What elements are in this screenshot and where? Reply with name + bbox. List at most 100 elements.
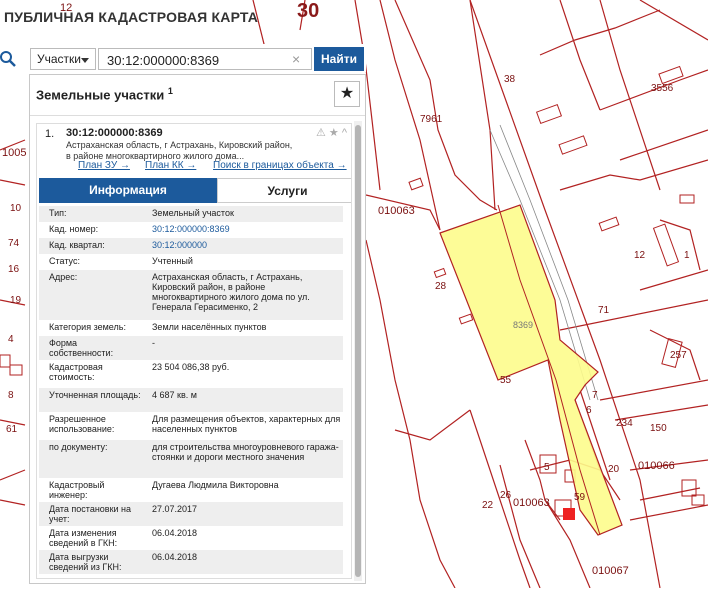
map-label: 010063 bbox=[513, 497, 550, 509]
star-icon: ★ bbox=[339, 85, 355, 102]
result-count: 1 bbox=[167, 86, 173, 96]
result-card[interactable]: 1. 30:12:000000:8369 Астраханская област… bbox=[36, 123, 352, 579]
map-label: 20 bbox=[608, 464, 620, 475]
map-label: 5 bbox=[544, 462, 550, 473]
search-bar: Участки × Найти bbox=[0, 44, 366, 72]
map-label: 38 bbox=[504, 74, 516, 85]
attribute-row: по документу: для строительства многоуров… bbox=[39, 440, 343, 478]
map-label: 234 bbox=[616, 418, 633, 429]
card-action-icons[interactable]: ⚠ ★ ^ bbox=[316, 126, 347, 139]
highlight-marker bbox=[563, 508, 575, 520]
attribute-label: Кадастровый инженер: bbox=[49, 480, 105, 500]
map-label: 55 bbox=[500, 375, 512, 386]
map-label: 8369 bbox=[513, 320, 534, 330]
map-label: 26 bbox=[500, 490, 512, 501]
attribute-row: Форма собственности: - bbox=[39, 336, 343, 360]
attribute-row: Дата изменения сведений в ГКН: 06.04.2018 bbox=[39, 526, 343, 550]
result-index: 1. bbox=[45, 128, 55, 140]
panel-title: Земельные участки 1 bbox=[36, 86, 173, 102]
map-label: 4 bbox=[8, 334, 14, 345]
map-label: 3556 bbox=[651, 83, 674, 94]
results-panel: Земельные участки 1 ★ 1. 30:12:000000:83… bbox=[29, 74, 366, 584]
attribute-label: Дата выгрузки сведений из ГКН: bbox=[49, 552, 122, 572]
tab-information[interactable]: Информация bbox=[39, 178, 217, 203]
attribute-label: Категория земель: bbox=[49, 322, 126, 332]
attribute-label: Уточненная площадь: bbox=[49, 390, 141, 400]
map-label: 10 bbox=[10, 203, 22, 214]
attribute-row: Тип: Земельный участок bbox=[39, 206, 343, 222]
clear-icon[interactable]: × bbox=[292, 51, 300, 67]
map-label: 16 bbox=[8, 264, 20, 275]
map-label: 22 bbox=[482, 500, 494, 511]
favorite-button[interactable]: ★ bbox=[334, 81, 360, 107]
search-button[interactable]: Найти bbox=[314, 47, 364, 71]
map-label: 010063 bbox=[378, 205, 415, 217]
result-address: Астраханская область, г Астрахань, Киров… bbox=[66, 140, 293, 161]
attribute-value: Земли населённых пунктов bbox=[152, 322, 267, 332]
attribute-row: Дата выгрузки сведений из ГКН: 06.04.2018 bbox=[39, 550, 343, 574]
info-tabs: Информация Услуги bbox=[39, 178, 351, 203]
map-label: 7 bbox=[592, 390, 598, 401]
attribute-label: Форма собственности: bbox=[49, 338, 114, 358]
attribute-value: Земельный участок bbox=[152, 208, 234, 218]
map-label: 74 bbox=[8, 238, 20, 249]
app-title: ПУБЛИЧНАЯ КАДАСТРОВАЯ КАРТА bbox=[4, 9, 259, 25]
attribute-label: Тип: bbox=[49, 208, 67, 218]
attribute-label: Кад. номер: bbox=[49, 224, 99, 234]
search-in-bounds-link[interactable]: Поиск в границах объекта → bbox=[213, 160, 347, 171]
map-label: 150 bbox=[650, 423, 667, 434]
attribute-value[interactable]: 30:12:000000 bbox=[152, 240, 342, 250]
map-label: 30 bbox=[297, 0, 320, 22]
map-label: 1005 bbox=[2, 147, 27, 159]
search-type-label: Участки bbox=[37, 52, 81, 66]
attribute-value: - bbox=[152, 338, 155, 348]
attribute-row: Дата постановки на учет: 27.07.2017 bbox=[39, 502, 343, 526]
scroll-thumb[interactable] bbox=[355, 125, 361, 577]
map-label: 28 bbox=[435, 281, 447, 292]
attribute-value: Учтенный bbox=[152, 256, 193, 266]
attribute-value: для строительства многоуровневого гаража… bbox=[152, 442, 339, 462]
tab-services[interactable]: Услуги bbox=[217, 178, 351, 203]
map-label: 19 bbox=[10, 295, 22, 306]
attribute-value: 23 504 086,38 руб. bbox=[152, 362, 230, 372]
attribute-value: 06.04.2018 bbox=[152, 528, 198, 538]
attribute-label: Адрес: bbox=[49, 272, 78, 282]
plan-zu-link[interactable]: План ЗУ → bbox=[78, 160, 130, 171]
attribute-value: 06.04.2018 bbox=[152, 552, 198, 562]
map-label: 61 bbox=[6, 424, 18, 435]
search-type-select[interactable]: Участки bbox=[30, 48, 96, 70]
plan-kk-link[interactable]: План КК → bbox=[145, 160, 196, 171]
map-label: 010067 bbox=[592, 565, 629, 577]
map-label: 6 bbox=[586, 405, 592, 416]
attribute-row: Кадастровый инженер: Дугаева Людмила Викт… bbox=[39, 478, 343, 502]
attribute-label: Разрешенное использование: bbox=[49, 414, 115, 434]
attribute-row: Категория земель: Земли населённых пункто… bbox=[39, 320, 343, 336]
map-label: 010066 bbox=[638, 460, 675, 472]
attribute-value: 27.07.2017 bbox=[152, 504, 198, 514]
panel-header: Земельные участки 1 ★ bbox=[30, 75, 365, 116]
map-label: 7961 bbox=[420, 114, 443, 125]
attribute-row: Кадастровая стоимость: 23 504 086,38 руб. bbox=[39, 360, 343, 388]
map-label: 8 bbox=[8, 390, 14, 401]
attribute-value: Дугаева Людмила Викторовна bbox=[152, 480, 279, 490]
attribute-row: Разрешенное использование: Для размещения… bbox=[39, 412, 343, 440]
search-input[interactable] bbox=[98, 48, 312, 70]
attribute-label: Дата постановки на учет: bbox=[49, 504, 132, 524]
attribute-row: Кад. номер: 30:12:000000:8369 bbox=[39, 222, 343, 238]
attribute-value: Для размещения объектов, характерных для… bbox=[152, 414, 341, 434]
attribute-value[interactable]: 30:12:000000:8369 bbox=[152, 224, 342, 234]
attribute-label: Кад. квартал: bbox=[49, 240, 105, 250]
map-label: 59 bbox=[574, 492, 586, 503]
attribute-value: Астраханская область, г Астрахань, Киров… bbox=[152, 272, 310, 312]
search-icon[interactable] bbox=[0, 50, 18, 68]
panel-scrollbar[interactable] bbox=[354, 121, 362, 581]
map-label: 12 bbox=[634, 250, 646, 261]
panel-title-text: Земельные участки bbox=[36, 87, 165, 103]
attribute-row: Кад. квартал: 30:12:000000 bbox=[39, 238, 343, 254]
attribute-label: Статус: bbox=[49, 256, 80, 266]
attribute-value: 4 687 кв. м bbox=[152, 390, 197, 400]
result-cad-number[interactable]: 30:12:000000:8369 bbox=[66, 127, 163, 139]
attribute-label: по документу: bbox=[49, 442, 108, 452]
map-label: 1 bbox=[684, 250, 690, 261]
attribute-label: Кадастровая стоимость: bbox=[49, 362, 103, 382]
